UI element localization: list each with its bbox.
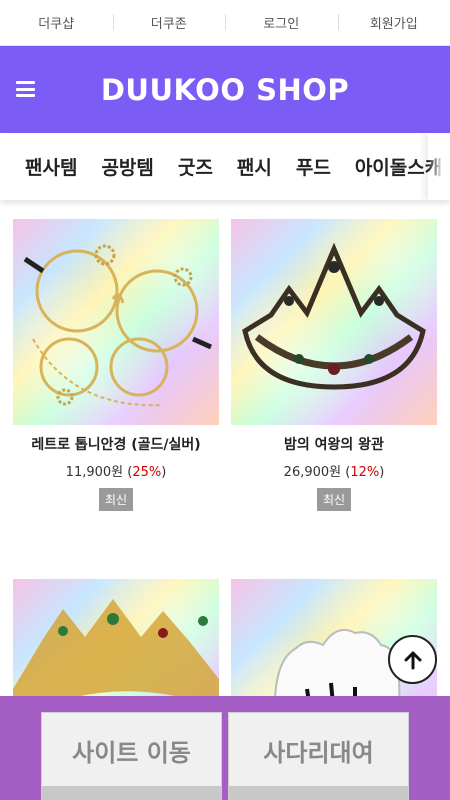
top-link-duukoo-zone[interactable]: 더쿠존 [112, 13, 226, 32]
category-fancy[interactable]: 팬시 [237, 153, 272, 180]
category-scroll-fade [428, 133, 450, 200]
top-link-signup[interactable]: 회원가입 [337, 13, 450, 32]
site-header: DUUKOO SHOP [0, 46, 450, 133]
product-name[interactable]: 밤의 여왕의 왕관 [231, 435, 437, 456]
product-card[interactable]: 밤의 여왕의 왕관 26,900원 (12%) 최신 [231, 219, 437, 511]
site-logo[interactable]: DUUKOO SHOP [101, 73, 349, 107]
new-badge: 최신 [316, 488, 352, 511]
product-image[interactable] [231, 219, 437, 425]
arrow-up-icon [404, 651, 421, 669]
retro-glasses-image [23, 244, 213, 407]
category-nav: 팬사템 공방템 굿즈 팬시 푸드 아이돌스캐 [0, 133, 450, 200]
product-price: 26,900원 (12%) [283, 465, 385, 480]
category-goods[interactable]: 굿즈 [178, 153, 213, 180]
product-name[interactable]: 레트로 톱니안경 (골드/실버) [13, 435, 219, 456]
product-image[interactable] [13, 219, 219, 425]
top-link-login[interactable]: 로그인 [225, 13, 338, 32]
category-fan-items[interactable]: 팬사템 [25, 153, 77, 180]
scroll-to-top-button[interactable] [388, 635, 437, 684]
crown-image [242, 242, 426, 390]
product-price: 11,900원 (25%) [65, 465, 167, 480]
hamburger-menu-icon[interactable] [16, 81, 35, 97]
top-link-duukoo-shop[interactable]: 더쿠샵 [0, 13, 113, 32]
new-badge: 최신 [98, 488, 134, 511]
product-card[interactable]: 레트로 톱니안경 (골드/실버) 11,900원 (25%) 최신 [13, 219, 219, 511]
discount-rate: 25% [132, 465, 162, 480]
discount-rate: 12% [350, 465, 380, 480]
top-links-bar: 더쿠샵 더쿠존 로그인 회원가입 [0, 0, 450, 46]
ladder-rent-button[interactable]: 사다리대여 [228, 712, 409, 800]
site-move-button[interactable]: 사이트 이동 [41, 712, 222, 800]
category-workshop-items[interactable]: 공방템 [101, 153, 153, 180]
category-food[interactable]: 푸드 [296, 153, 331, 180]
bottom-action-bar: 사이트 이동 사다리대여 [0, 696, 450, 800]
